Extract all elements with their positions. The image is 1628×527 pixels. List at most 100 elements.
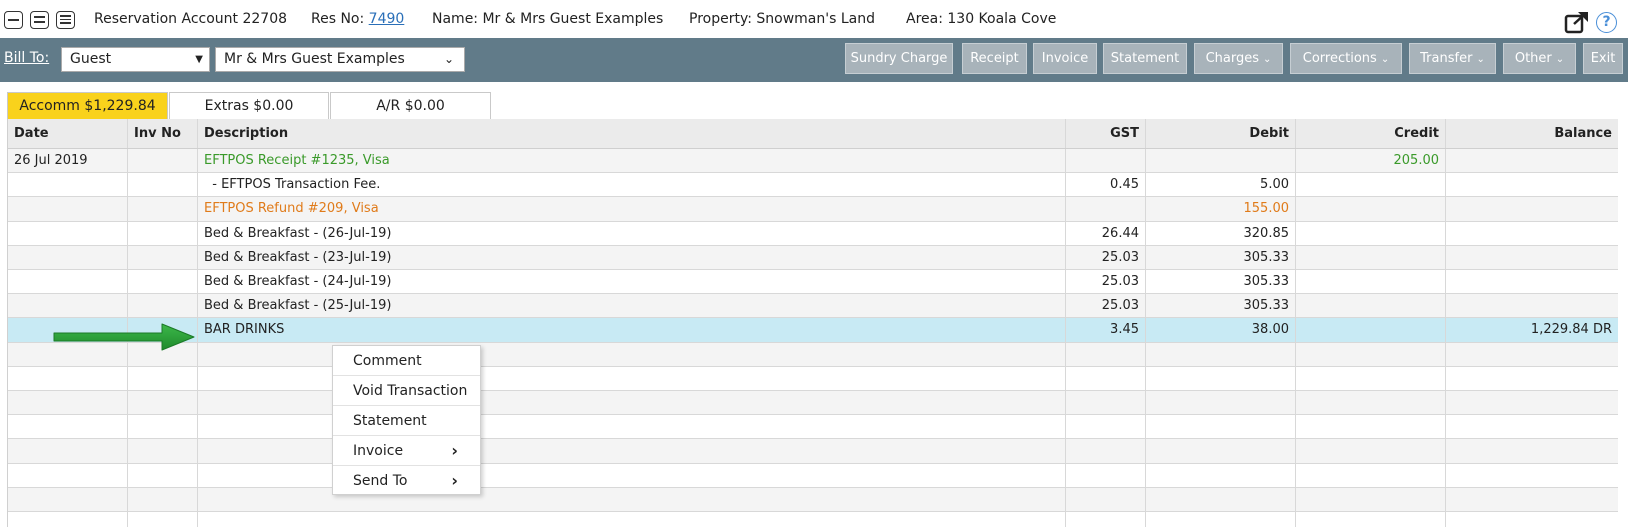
menu-item-label: Statement [353, 413, 427, 429]
cell-balance [1446, 488, 1618, 511]
bill-to-name-value: Mr & Mrs Guest Examples [224, 51, 405, 67]
empty-table-row[interactable] [8, 391, 1618, 416]
statement-button[interactable]: Statement [1103, 43, 1187, 74]
cell-credit [1296, 463, 1446, 487]
header-description[interactable]: Description [198, 119, 1066, 148]
cell-gst [1066, 366, 1146, 390]
empty-table-row[interactable] [8, 487, 1618, 512]
cell-inv-no [128, 245, 198, 269]
header-debit[interactable]: Debit [1146, 119, 1296, 148]
cell-credit [1296, 415, 1446, 439]
empty-table-row[interactable] [8, 342, 1618, 367]
charges-label: Charges [1205, 51, 1260, 66]
cell-date [8, 366, 128, 390]
menu-item-label: Invoice [353, 443, 404, 459]
cell-debit [1146, 512, 1296, 527]
cell-debit [1146, 415, 1296, 439]
res-number-link[interactable]: 7490 [369, 11, 405, 27]
header-date[interactable]: Date [8, 119, 128, 148]
tab-extras[interactable]: Extras $0.00 [169, 92, 329, 119]
invoice-button[interactable]: Invoice [1033, 43, 1097, 74]
selected-table-row[interactable]: BAR DRINKS 3.45 38.00 1,229.84 DR [8, 318, 1618, 343]
empty-table-row[interactable] [8, 512, 1618, 527]
bill-to-name-select[interactable]: Mr & Mrs Guest Examples ⌄ [215, 47, 465, 72]
cell-balance [1446, 246, 1618, 269]
collapse-view-icon[interactable] [4, 11, 23, 29]
corrections-label: Corrections [1302, 51, 1377, 66]
cell-gst: 25.03 [1066, 294, 1146, 318]
cell-balance [1446, 367, 1618, 390]
menu-item-send-to[interactable]: Send To › [333, 466, 480, 496]
table-row[interactable]: Bed & Breakfast - (25-Jul-19) 25.03 305.33 [8, 294, 1618, 319]
cell-credit [1296, 294, 1446, 318]
property-name: Property: Snowman's Land [689, 11, 875, 27]
cell-gst [1066, 391, 1146, 415]
cell-inv-no [128, 487, 198, 511]
cell-description [198, 487, 1066, 511]
cell-credit [1296, 391, 1446, 415]
empty-table-row[interactable] [8, 463, 1618, 488]
cell-gst [1066, 342, 1146, 366]
table-row[interactable]: EFTPOS Refund #209, Visa 155.00 [8, 197, 1618, 222]
cell-balance [1446, 439, 1618, 462]
header-inv-no[interactable]: Inv No [128, 119, 198, 148]
cell-description [198, 439, 1066, 463]
header-balance[interactable]: Balance [1446, 119, 1618, 148]
help-icon[interactable]: ? [1596, 12, 1617, 33]
cell-balance [1446, 197, 1618, 220]
menu-item-void-transaction[interactable]: Void Transaction [333, 376, 480, 406]
cell-description: Bed & Breakfast - (25-Jul-19) [198, 294, 1066, 318]
guest-name: Name: Mr & Mrs Guest Examples [432, 11, 664, 27]
cell-inv-no [128, 149, 198, 173]
medium-view-icon[interactable] [30, 11, 49, 29]
chevron-down-icon: ⌄ [1476, 54, 1485, 65]
popout-icon[interactable] [1564, 10, 1590, 34]
menu-item-label: Comment [353, 353, 422, 369]
sundry-charge-button[interactable]: Sundry Charge [845, 43, 953, 74]
cell-date [8, 439, 128, 463]
menu-item-invoice[interactable]: Invoice › [333, 436, 480, 466]
expand-view-icon[interactable] [56, 11, 75, 29]
menu-item-statement[interactable]: Statement [333, 406, 480, 436]
cell-date [8, 391, 128, 415]
empty-table-row[interactable] [8, 439, 1618, 464]
tab-ar[interactable]: A/R $0.00 [330, 92, 491, 119]
cell-inv-no [128, 463, 198, 487]
cell-date [8, 294, 128, 318]
bill-to-type-value: Guest [70, 51, 112, 67]
cell-debit: 305.33 [1146, 294, 1296, 318]
chevron-down-icon: ⌄ [1555, 54, 1565, 65]
empty-table-row[interactable] [8, 366, 1618, 391]
charges-button[interactable]: Charges ⌄ [1194, 43, 1283, 74]
cell-date [8, 463, 128, 487]
cell-credit: 205.00 [1296, 149, 1446, 173]
cell-credit [1296, 245, 1446, 269]
table-row[interactable]: Bed & Breakfast - (23-Jul-19) 25.03 305.33 [8, 245, 1618, 270]
cell-credit [1296, 318, 1446, 342]
receipt-button[interactable]: Receipt [962, 43, 1027, 74]
chevron-down-icon: ⌄ [1263, 54, 1272, 65]
exit-button[interactable]: Exit [1583, 43, 1623, 74]
cell-description [198, 415, 1066, 439]
cell-credit [1296, 366, 1446, 390]
menu-item-comment[interactable]: Comment [333, 346, 480, 376]
cell-description [198, 342, 1066, 366]
bill-to-type-select[interactable]: Guest ▼ [61, 47, 210, 72]
cell-credit [1296, 487, 1446, 511]
cell-debit [1146, 439, 1296, 463]
cell-inv-no [128, 391, 198, 415]
table-row[interactable]: Bed & Breakfast - (26-Jul-19) 26.44 320.85 [8, 221, 1618, 246]
header-credit[interactable]: Credit [1296, 119, 1446, 148]
header-gst[interactable]: GST [1066, 119, 1146, 148]
table-row[interactable]: Bed & Breakfast - (24-Jul-19) 25.03 305.33 [8, 270, 1618, 295]
transfer-button[interactable]: Transfer ⌄ [1409, 43, 1496, 74]
table-row[interactable]: - EFTPOS Transaction Fee. 0.45 5.00 [8, 173, 1618, 198]
cell-credit [1296, 221, 1446, 245]
corrections-button[interactable]: Corrections ⌄ [1290, 43, 1402, 74]
empty-table-row[interactable] [8, 415, 1618, 440]
bill-to-link[interactable]: Bill To: [4, 50, 49, 66]
table-row[interactable]: 26 Jul 2019 EFTPOS Receipt #1235, Visa 205… [8, 149, 1618, 174]
other-button[interactable]: Other ⌄ [1503, 43, 1576, 74]
tab-accomm[interactable]: Accomm $1,229.84 [7, 92, 168, 119]
cell-inv-no [128, 270, 198, 294]
